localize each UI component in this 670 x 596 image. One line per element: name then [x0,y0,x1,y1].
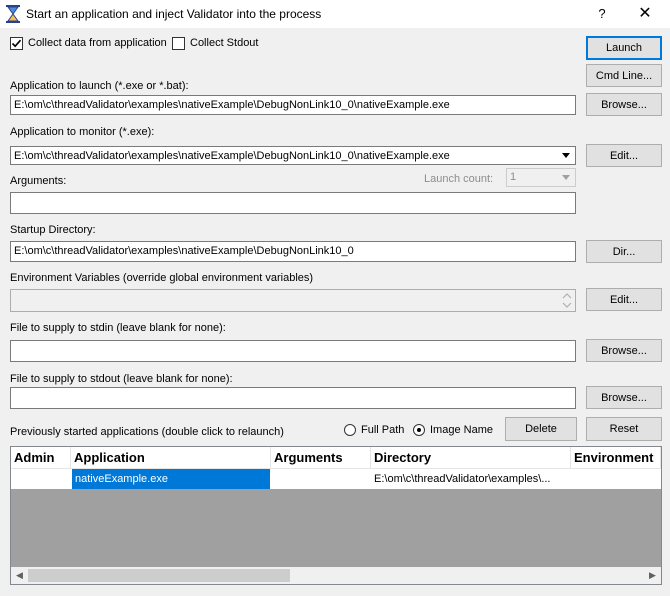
app-to-monitor-combo[interactable]: E:\om\c\threadValidator\examples\nativeE… [10,146,576,165]
close-button[interactable]: ✕ [630,4,660,24]
edit-env-button[interactable]: Edit... [586,288,662,311]
image-name-radio[interactable] [413,424,425,436]
checkmark-icon [11,39,22,48]
scroll-right-icon[interactable]: ▶ [644,567,661,584]
horizontal-scrollbar[interactable]: ◀ ▶ [11,567,661,584]
cell-environment [571,469,661,489]
collect-stdout-label: Collect Stdout [190,37,259,49]
launch-button[interactable]: Launch [586,36,662,60]
cmd-line-button[interactable]: Cmd Line... [586,64,662,87]
scroll-left-icon[interactable]: ◀ [11,567,28,584]
collect-data-label: Collect data from application [28,37,167,49]
hourglass-icon [6,5,20,23]
env-vars-spin [560,291,574,310]
app-to-monitor-label: Application to monitor (*.exe): [10,126,155,138]
edit-monitor-button[interactable]: Edit... [586,144,662,167]
stdout-label: File to supply to stdout (leave blank fo… [10,373,233,385]
spin-down-icon [562,302,572,308]
history-label: Previously started applications (double … [10,426,284,438]
browse-launch-button[interactable]: Browse... [586,93,662,116]
startup-dir-label: Startup Directory: [10,224,96,236]
column-header-arguments[interactable]: Arguments [271,447,371,469]
full-path-label: Full Path [361,424,405,436]
cell-directory: E:\om\c\threadValidator\examples\... [374,473,551,485]
image-name-label: Image Name [430,424,493,436]
cell-application: nativeExample.exe [72,469,270,489]
browse-stdin-button[interactable]: Browse... [586,339,662,362]
table-row[interactable]: nativeExample.exe E:\om\c\threadValidato… [11,469,661,489]
table-header: Admin Application Arguments Directory En… [11,447,661,469]
collect-data-checkbox[interactable] [10,37,23,50]
column-header-admin[interactable]: Admin [11,447,71,469]
browse-stdout-button[interactable]: Browse... [586,386,662,409]
dir-button[interactable]: Dir... [586,240,662,263]
app-to-launch-label: Application to launch (*.exe or *.bat): [10,80,189,92]
chevron-down-icon [562,153,570,158]
cell-arguments [271,469,371,489]
startup-dir-input[interactable]: E:\om\c\threadValidator\examples\nativeE… [10,241,576,262]
history-table[interactable]: Admin Application Arguments Directory En… [10,446,662,585]
app-to-launch-input[interactable]: E:\om\c\threadValidator\examples\nativeE… [10,95,576,115]
delete-button[interactable]: Delete [505,417,577,441]
cell-admin [11,469,71,489]
spin-up-icon [562,293,572,299]
env-vars-input [10,289,576,312]
arguments-label: Arguments: [10,175,67,187]
stdout-input[interactable] [10,387,576,409]
column-header-directory[interactable]: Directory [371,447,571,469]
scrollbar-thumb[interactable] [28,569,290,582]
reset-button[interactable]: Reset [586,417,662,441]
collect-stdout-checkbox[interactable] [172,37,185,50]
full-path-radio[interactable] [344,424,356,436]
column-header-environment[interactable]: Environment [571,447,661,469]
arguments-input[interactable] [10,192,576,214]
launch-count-label: Launch count: [424,173,494,185]
title-bar: Start an application and inject Validato… [0,0,670,28]
launch-count-value: 1 [510,171,517,183]
app-to-monitor-dropdown[interactable] [558,147,574,163]
window-title: Start an application and inject Validato… [26,7,322,21]
column-header-application[interactable]: Application [71,447,271,469]
stdin-input[interactable] [10,340,576,362]
stdin-label: File to supply to stdin (leave blank for… [10,322,226,334]
env-vars-label: Environment Variables (override global e… [10,272,314,284]
chevron-down-icon [562,175,570,180]
app-to-monitor-value: E:\om\c\threadValidator\examples\nativeE… [14,150,450,162]
launch-count-dropdown [558,170,574,185]
help-button[interactable]: ? [590,4,614,24]
